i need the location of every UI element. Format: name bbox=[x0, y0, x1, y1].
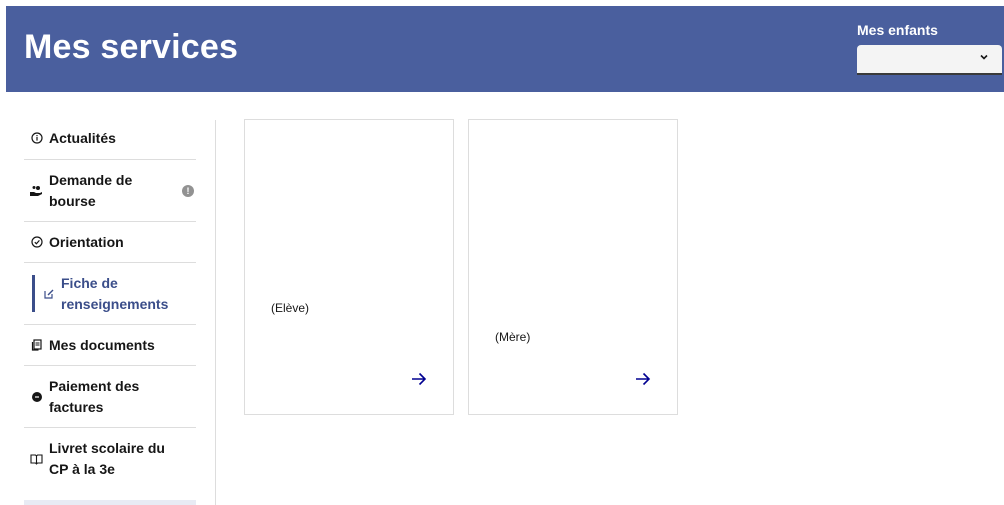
page-header: Mes services Mes enfants bbox=[6, 6, 1004, 92]
book-icon bbox=[30, 453, 43, 466]
info-circle-icon bbox=[30, 132, 43, 145]
vertical-divider bbox=[215, 120, 216, 505]
arrow-right-icon bbox=[412, 372, 427, 386]
child-card[interactable]: (Elève) bbox=[244, 119, 454, 415]
compass-icon bbox=[30, 236, 43, 249]
children-select[interactable] bbox=[857, 45, 1002, 75]
card-subtitle: (Elève) bbox=[271, 301, 310, 315]
chevron-down-icon bbox=[980, 54, 988, 60]
active-indicator bbox=[32, 275, 35, 312]
documents-icon bbox=[30, 339, 43, 352]
children-select-label: Mes enfants bbox=[857, 22, 938, 38]
sidebar-item-label: Demande de bourse bbox=[49, 171, 133, 209]
sidebar-nav: Actualités Demande de bourse ! Orientati… bbox=[24, 117, 196, 490]
edit-doc-icon bbox=[42, 287, 55, 300]
sidebar-item-livret-scolaire[interactable]: Livret scolaire du CP à la 3e bbox=[24, 428, 196, 490]
page-title: Mes services bbox=[24, 28, 239, 66]
card-subtitle: (Mère) bbox=[495, 330, 531, 344]
arrow-right-icon bbox=[636, 372, 651, 386]
coin-icon bbox=[30, 390, 43, 403]
sidebar-item-orientation[interactable]: Orientation bbox=[24, 222, 196, 263]
sidebar-item-label: Actualités bbox=[49, 129, 116, 146]
sidebar-item-label: Fiche de renseignements bbox=[61, 274, 169, 312]
sidebar-item-label: Livret scolaire du CP à la 3e bbox=[49, 440, 165, 477]
parent-card[interactable]: (Mère) bbox=[468, 119, 678, 415]
sidebar-item-paiement-des-factures[interactable]: Paiement des factures bbox=[24, 366, 196, 428]
sidebar-item-label: Orientation bbox=[49, 233, 124, 250]
sidebar-footer bbox=[24, 500, 196, 505]
sidebar-item-label: Mes documents bbox=[49, 336, 155, 353]
sidebar-item-demande-de-bourse[interactable]: Demande de bourse ! bbox=[24, 160, 196, 222]
sidebar-item-mes-documents[interactable]: Mes documents bbox=[24, 325, 196, 366]
hand-coins-icon bbox=[30, 184, 43, 197]
sidebar-item-label: Paiement des factures bbox=[49, 377, 140, 415]
sidebar-item-actualites[interactable]: Actualités bbox=[24, 117, 196, 160]
sidebar-item-fiche-de-renseignements[interactable]: Fiche de renseignements bbox=[24, 263, 196, 325]
alert-badge: ! bbox=[182, 185, 194, 197]
